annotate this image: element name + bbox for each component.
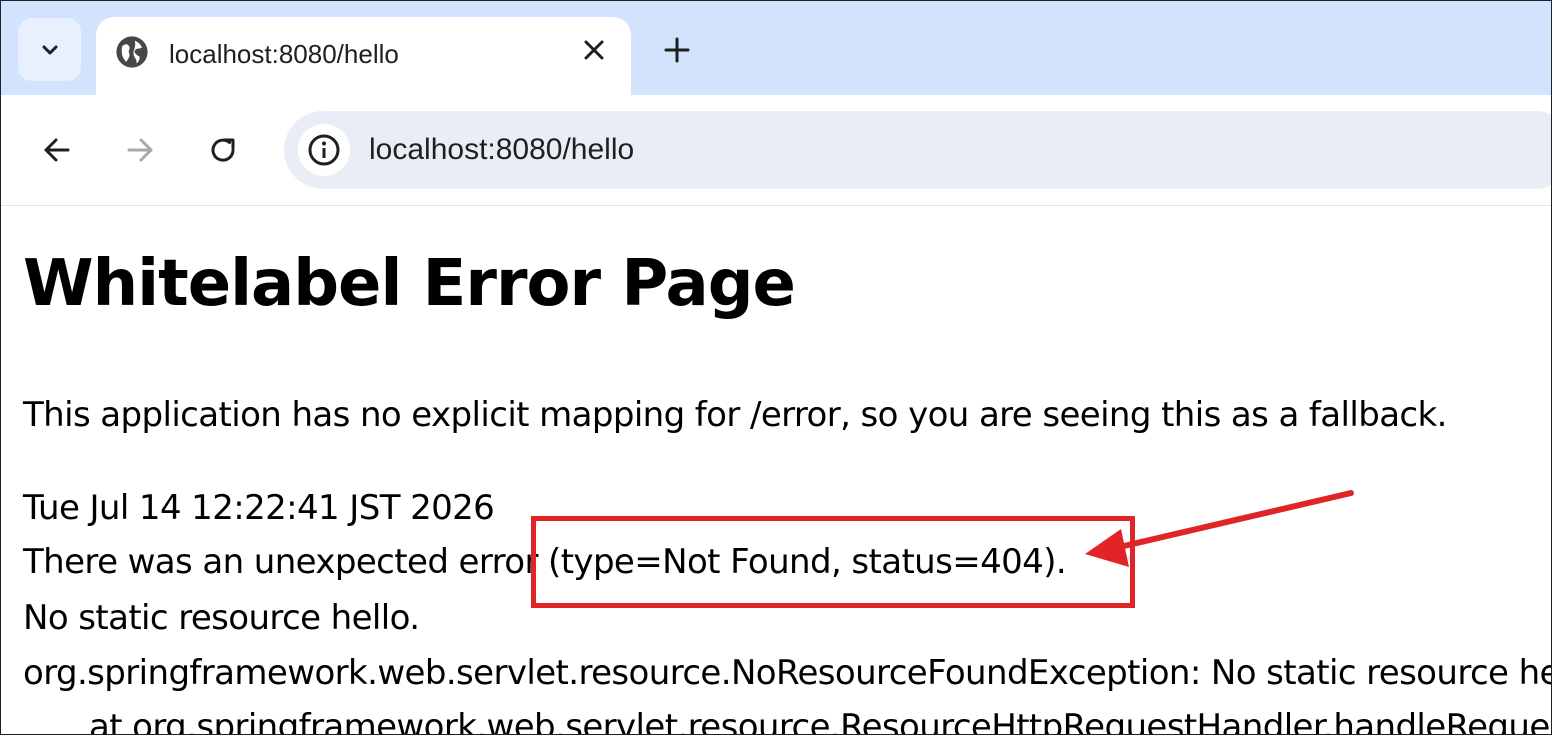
info-icon — [308, 134, 340, 166]
tab-search-button[interactable] — [18, 18, 81, 81]
forward-button[interactable] — [120, 130, 160, 170]
tab-title: localhost:8080/hello — [169, 39, 399, 69]
error-timestamp: Tue Jul 14 12:22:41 JST 2026 — [23, 488, 495, 528]
tab-active[interactable]: localhost:8080/hello — [96, 17, 631, 97]
globe-icon — [116, 36, 148, 68]
page-title: Whitelabel Error Page — [23, 247, 796, 321]
back-button[interactable] — [37, 130, 77, 170]
highlight-box — [531, 516, 1135, 608]
new-tab-button[interactable] — [656, 29, 698, 71]
address-bar[interactable]: localhost:8080/hello — [284, 111, 1551, 189]
chevron-down-icon — [42, 45, 57, 54]
error-detail: No static resource hello. — [23, 598, 420, 638]
close-icon — [584, 40, 604, 60]
reload-icon — [211, 138, 235, 162]
stack-trace-line: at org.springframework.web.servlet.resou… — [89, 707, 1552, 735]
fallback-message: This application has no explicit mapping… — [23, 395, 1447, 435]
arrow-right-icon — [127, 138, 153, 162]
reload-button[interactable] — [203, 130, 243, 170]
tab-close-button[interactable] — [579, 35, 609, 65]
exception-line: org.springframework.web.servlet.resource… — [23, 653, 1552, 693]
plus-icon — [664, 37, 690, 63]
annotation-arrow — [1085, 490, 1354, 567]
toolbar: localhost:8080/hello — [1, 95, 1551, 206]
url-text[interactable]: localhost:8080/hello — [369, 133, 634, 167]
browser-window: localhost:8080/hello localhost:8080/hell… — [0, 0, 1552, 735]
arrow-left-icon — [44, 138, 70, 162]
tab-strip: localhost:8080/hello — [1, 1, 1551, 97]
site-info-button[interactable] — [298, 124, 350, 176]
